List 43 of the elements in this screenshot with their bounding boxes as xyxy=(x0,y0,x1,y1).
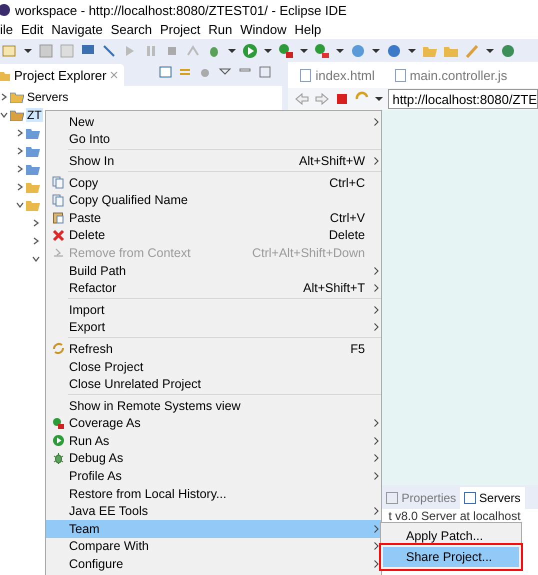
menu-item[interactable]: ile xyxy=(0,22,14,37)
menu-item[interactable]: Show In Alt+Shift+W xyxy=(46,152,381,170)
menu-item[interactable]: Apply Patch... xyxy=(383,526,519,546)
menu-item[interactable]: Import xyxy=(46,300,381,319)
menu-item[interactable]: Close Unrelated Project xyxy=(46,375,381,393)
view-tab[interactable]: Servers xyxy=(460,487,525,509)
menu-item[interactable]: Build Path xyxy=(46,262,381,280)
menu-item[interactable]: Go Into xyxy=(46,130,381,148)
tree-item[interactable]: ZT xyxy=(26,108,43,122)
tree-item[interactable]: Servers xyxy=(26,90,70,104)
menu-item[interactable]: Profile As xyxy=(46,467,381,485)
project-explorer-tab[interactable]: Project Explorer xyxy=(0,64,124,86)
menu-item[interactable]: Export xyxy=(46,318,381,336)
menu-item[interactable]: Help xyxy=(294,22,322,37)
menu-item[interactable]: Project xyxy=(160,22,200,37)
window-title: workspace - http://localhost:8080/ZTEST01/ - Eclipse IDE xyxy=(15,2,347,18)
menu-item[interactable]: Run As xyxy=(46,432,381,450)
menu-item[interactable]: Window xyxy=(240,22,287,37)
menu-item[interactable]: New xyxy=(46,113,381,131)
menu-item[interactable]: Compare With xyxy=(46,538,381,556)
menu-item[interactable]: Refactor Alt+Shift+T xyxy=(46,279,381,297)
menu-item[interactable]: Team xyxy=(46,520,381,538)
menu-item[interactable]: Delete Delete xyxy=(46,226,381,244)
menu-item[interactable]: Share Project... xyxy=(383,547,519,567)
menu-item[interactable]: Restore from Local History... xyxy=(46,484,381,502)
menu-item[interactable]: Java EE Tools xyxy=(46,502,381,520)
editor-tab[interactable]: main.controller.js xyxy=(394,68,508,82)
menu-item[interactable]: Configure xyxy=(46,555,381,573)
menu-item[interactable]: Copy Ctrl+C xyxy=(46,174,381,192)
menu-item[interactable]: Paste Ctrl+V xyxy=(46,208,381,227)
menu-item[interactable]: Navigate xyxy=(51,22,103,37)
menu-item[interactable]: Debug As xyxy=(46,450,381,468)
menu-item[interactable]: Close Project xyxy=(46,358,381,376)
view-tab[interactable]: Properties xyxy=(382,487,460,509)
menu-item[interactable]: Run xyxy=(208,22,232,37)
menu-item[interactable]: Edit xyxy=(21,22,44,37)
editor-tab[interactable]: index.html xyxy=(300,68,375,82)
url-field[interactable]: http://localhost:8080/ZTE xyxy=(388,89,538,109)
menu-item[interactable]: Search xyxy=(110,22,152,37)
menu-item[interactable]: Show in Remote Systems view xyxy=(46,396,381,414)
menu-item[interactable]: Copy Qualified Name xyxy=(46,191,381,209)
menu-item[interactable]: Refresh F5 xyxy=(46,340,381,358)
menu-item[interactable]: Coverage As xyxy=(46,414,381,432)
